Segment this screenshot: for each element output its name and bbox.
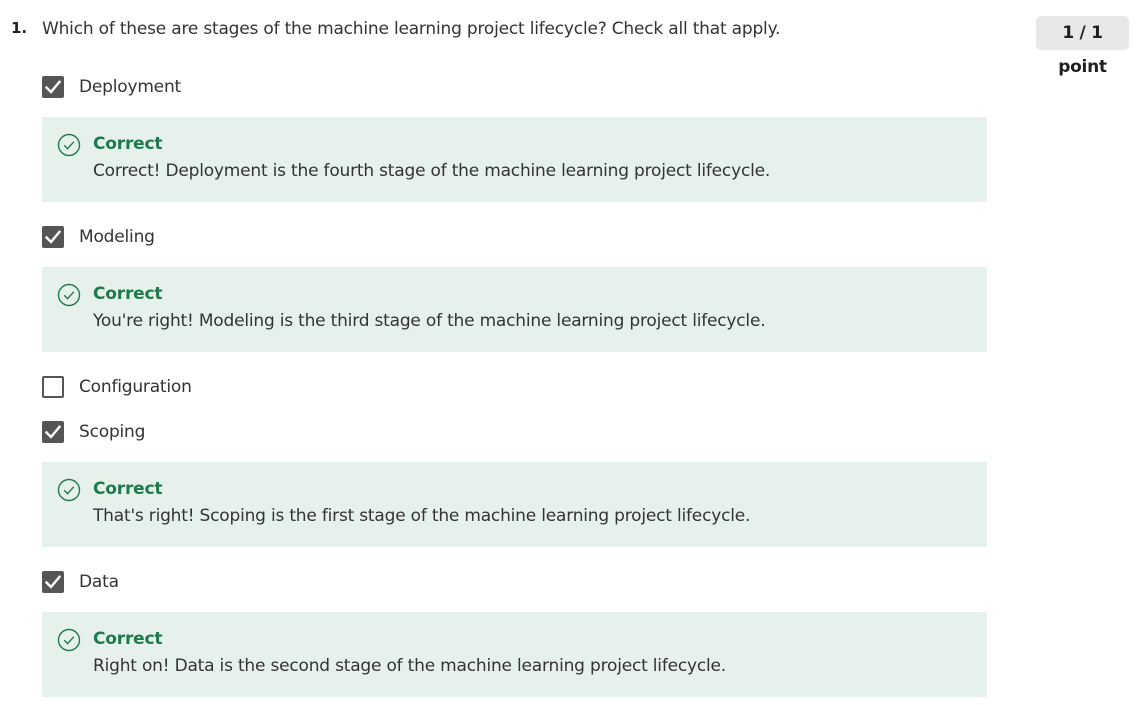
option-label: Data xyxy=(79,572,119,592)
check-circle-icon xyxy=(57,133,81,157)
option-label: Modeling xyxy=(79,227,155,247)
question-number: 1. xyxy=(11,19,28,37)
feedback-title: Correct xyxy=(93,134,163,154)
check-circle-icon xyxy=(57,283,81,307)
feedback-box: Correct You're right! Modeling is the th… xyxy=(42,267,987,352)
option-modeling[interactable]: Modeling xyxy=(42,226,155,248)
option-data[interactable]: Data xyxy=(42,571,119,593)
checkbox-checked[interactable] xyxy=(42,76,64,98)
checkmark-icon xyxy=(45,230,61,244)
checkmark-icon xyxy=(45,425,61,439)
checkbox-checked[interactable] xyxy=(42,226,64,248)
feedback-text: That's right! Scoping is the first stage… xyxy=(93,506,751,526)
feedback-text: Right on! Data is the second stage of th… xyxy=(93,656,727,676)
check-circle-icon xyxy=(57,478,81,502)
feedback-text: You're right! Modeling is the third stag… xyxy=(93,311,766,331)
feedback-title: Correct xyxy=(93,629,163,649)
feedback-box: Correct Correct! Deployment is the fourt… xyxy=(42,117,987,202)
checkmark-icon xyxy=(45,575,61,589)
feedback-text: Correct! Deployment is the fourth stage … xyxy=(93,161,771,181)
score-badge: 1 / 1 point xyxy=(1036,16,1129,77)
option-label: Deployment xyxy=(79,77,181,97)
option-label: Configuration xyxy=(79,377,192,397)
checkbox-checked[interactable] xyxy=(42,571,64,593)
question-text: Which of these are stages of the machine… xyxy=(42,19,781,39)
option-label: Scoping xyxy=(79,422,146,442)
checkmark-icon xyxy=(45,80,61,94)
checkbox-unchecked[interactable] xyxy=(42,376,64,398)
check-circle-icon xyxy=(57,628,81,652)
feedback-title: Correct xyxy=(93,284,163,304)
feedback-box: Correct That's right! Scoping is the fir… xyxy=(42,462,987,547)
option-scoping[interactable]: Scoping xyxy=(42,421,145,443)
option-deployment[interactable]: Deployment xyxy=(42,76,181,98)
feedback-box: Correct Right on! Data is the second sta… xyxy=(42,612,987,697)
feedback-title: Correct xyxy=(93,479,163,499)
option-configuration[interactable]: Configuration xyxy=(42,376,192,398)
checkbox-checked[interactable] xyxy=(42,421,64,443)
